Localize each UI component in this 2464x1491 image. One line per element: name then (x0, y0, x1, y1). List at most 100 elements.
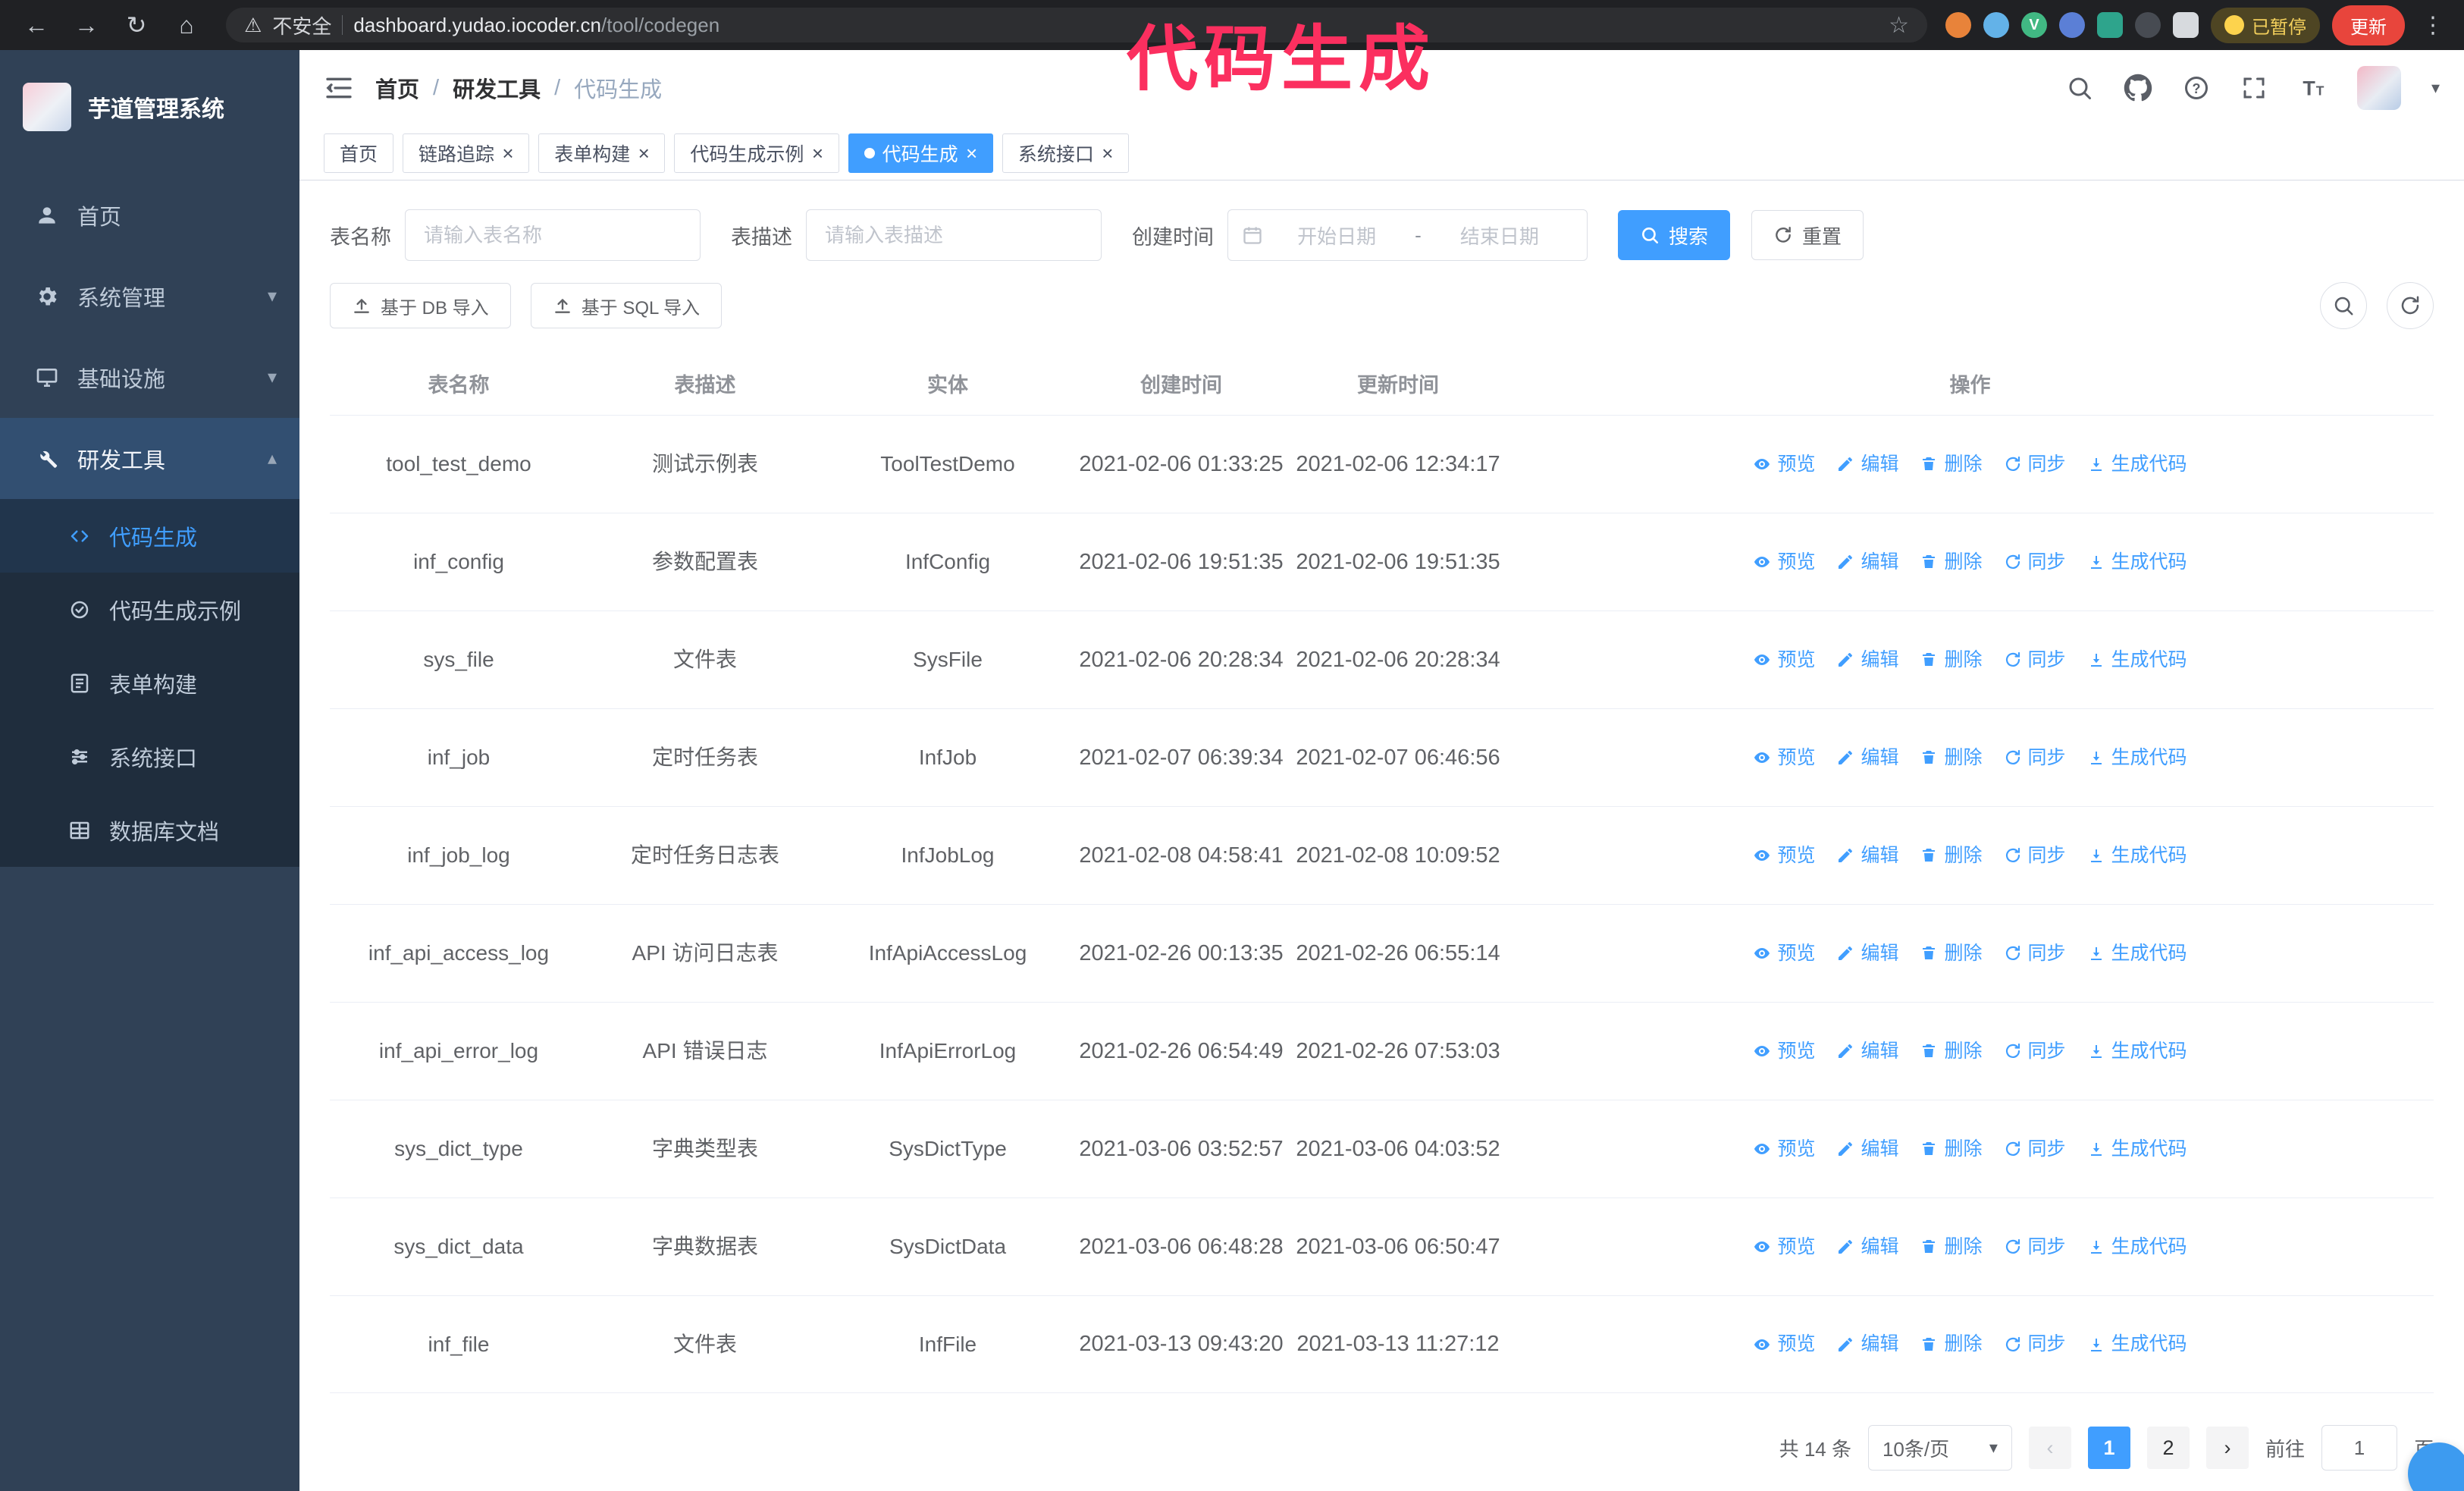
paused-badge[interactable]: 已暂停 (2211, 7, 2320, 43)
extension-icon[interactable] (2059, 12, 2085, 38)
search-toggle-button[interactable] (2320, 282, 2367, 329)
generate-code-link[interactable]: 生成代码 (2087, 548, 2187, 577)
import-sql-button[interactable]: 基于 SQL 导入 (530, 283, 723, 328)
table-desc-input[interactable] (806, 209, 1102, 261)
extension-icon[interactable] (2135, 12, 2161, 38)
puzzle-extension-icon[interactable] (2173, 12, 2199, 38)
edit-link[interactable]: 编辑 (1836, 450, 1898, 479)
font-size-icon[interactable]: TT (2298, 74, 2327, 102)
generate-code-link[interactable]: 生成代码 (2087, 1135, 2187, 1164)
github-icon[interactable] (2124, 74, 2152, 102)
sidebar-item-system-api[interactable]: 系统接口 (0, 720, 299, 793)
delete-link[interactable]: 删除 (1920, 1135, 1983, 1164)
bookmark-star-icon[interactable]: ☆ (1889, 12, 1909, 39)
generate-code-link[interactable]: 生成代码 (2087, 1232, 2187, 1262)
sync-link[interactable]: 同步 (2004, 841, 2066, 871)
tab[interactable]: 代码生成 × (848, 133, 993, 173)
edit-link[interactable]: 编辑 (1836, 1329, 1898, 1359)
edit-link[interactable]: 编辑 (1836, 548, 1898, 577)
sync-link[interactable]: 同步 (2004, 1232, 2066, 1262)
sync-link[interactable]: 同步 (2004, 939, 2066, 968)
reset-button[interactable]: 重置 (1751, 210, 1864, 260)
sync-link[interactable]: 同步 (2004, 1135, 2066, 1164)
edit-link[interactable]: 编辑 (1836, 1135, 1898, 1164)
goto-page-input[interactable] (2321, 1425, 2397, 1471)
sidebar-item-infrastructure[interactable]: 基础设施 ▾ (0, 337, 299, 418)
sync-link[interactable]: 同步 (2004, 645, 2066, 675)
sync-link[interactable]: 同步 (2004, 743, 2066, 773)
sync-link[interactable]: 同步 (2004, 548, 2066, 577)
sidebar-item-devtools[interactable]: 研发工具 ▴ (0, 418, 299, 499)
sync-link[interactable]: 同步 (2004, 1037, 2066, 1066)
extension-icon[interactable] (2097, 12, 2123, 38)
back-icon[interactable]: ← (15, 11, 58, 39)
edit-link[interactable]: 编辑 (1836, 1037, 1898, 1066)
reload-icon[interactable]: ↻ (115, 11, 158, 39)
sidebar-item-codegen[interactable]: 代码生成 (0, 499, 299, 573)
sidebar-item-form-builder[interactable]: 表单构建 (0, 646, 299, 720)
tab-close-icon[interactable]: × (1102, 143, 1113, 163)
update-button[interactable]: 更新 (2332, 5, 2405, 46)
refresh-table-button[interactable] (2387, 282, 2434, 329)
import-db-button[interactable]: 基于 DB 导入 (330, 283, 511, 328)
tab-close-icon[interactable]: × (502, 143, 513, 163)
edit-link[interactable]: 编辑 (1836, 939, 1898, 968)
preview-link[interactable]: 预览 (1753, 841, 1815, 871)
delete-link[interactable]: 删除 (1920, 548, 1983, 577)
generate-code-link[interactable]: 生成代码 (2087, 1037, 2187, 1066)
date-range-picker[interactable]: 开始日期 - 结束日期 (1227, 209, 1588, 261)
search-button[interactable]: 搜索 (1618, 210, 1731, 260)
avatar-caret-down-icon[interactable]: ▾ (2431, 78, 2440, 98)
sidebar-item-home[interactable]: 首页 (0, 174, 299, 256)
preview-link[interactable]: 预览 (1753, 645, 1815, 675)
sync-link[interactable]: 同步 (2004, 1329, 2066, 1359)
sidebar-item-codegen-example[interactable]: 代码生成示例 (0, 573, 299, 646)
browser-home-icon[interactable]: ⌂ (165, 11, 208, 39)
preview-link[interactable]: 预览 (1753, 1135, 1815, 1164)
preview-link[interactable]: 预览 (1753, 450, 1815, 479)
prev-page-button[interactable]: ‹ (2028, 1427, 2071, 1469)
generate-code-link[interactable]: 生成代码 (2087, 743, 2187, 773)
preview-link[interactable]: 预览 (1753, 548, 1815, 577)
help-icon[interactable]: ? (2183, 74, 2210, 102)
tab-close-icon[interactable]: × (811, 143, 823, 163)
preview-link[interactable]: 预览 (1753, 1232, 1815, 1262)
fullscreen-icon[interactable] (2240, 74, 2268, 102)
sync-link[interactable]: 同步 (2004, 450, 2066, 479)
browser-menu-icon[interactable]: ⋮ (2417, 12, 2449, 39)
generate-code-link[interactable]: 生成代码 (2087, 841, 2187, 871)
delete-link[interactable]: 删除 (1920, 939, 1983, 968)
breadcrumb-home[interactable]: 首页 (375, 72, 419, 104)
table-name-input[interactable] (405, 209, 701, 261)
edit-link[interactable]: 编辑 (1836, 743, 1898, 773)
tab[interactable]: 表单构建 × (538, 133, 666, 173)
breadcrumb-devtools[interactable]: 研发工具 (453, 72, 541, 104)
generate-code-link[interactable]: 生成代码 (2087, 1329, 2187, 1359)
preview-link[interactable]: 预览 (1753, 1037, 1815, 1066)
tab-close-icon[interactable]: × (966, 143, 977, 163)
edit-link[interactable]: 编辑 (1836, 841, 1898, 871)
sidebar-toggle-icon[interactable] (324, 73, 354, 103)
search-icon[interactable] (2066, 74, 2093, 102)
preview-link[interactable]: 预览 (1753, 939, 1815, 968)
extension-icon[interactable] (1983, 12, 2009, 38)
sidebar-item-system[interactable]: 系统管理 ▾ (0, 256, 299, 337)
logo[interactable]: 芋道管理系统 (0, 50, 299, 164)
sidebar-item-db-docs[interactable]: 数据库文档 (0, 793, 299, 867)
address-bar[interactable]: ⚠ 不安全 dashboard.yudao.iocoder.cn/tool/co… (226, 8, 1927, 42)
delete-link[interactable]: 删除 (1920, 743, 1983, 773)
preview-link[interactable]: 预览 (1753, 743, 1815, 773)
page-size-select[interactable]: 10条/页 ▾ (1867, 1425, 2012, 1471)
tab-close-icon[interactable]: × (638, 143, 649, 163)
next-page-button[interactable]: › (2205, 1427, 2249, 1469)
delete-link[interactable]: 删除 (1920, 1232, 1983, 1262)
tab[interactable]: 代码生成示例 × (674, 133, 839, 173)
generate-code-link[interactable]: 生成代码 (2087, 939, 2187, 968)
tab[interactable]: 系统接口 × (1002, 133, 1130, 173)
avatar[interactable] (2356, 66, 2401, 110)
edit-link[interactable]: 编辑 (1836, 645, 1898, 675)
tab[interactable]: 首页 × (324, 133, 394, 173)
preview-link[interactable]: 预览 (1753, 1329, 1815, 1359)
delete-link[interactable]: 删除 (1920, 1329, 1983, 1359)
page-1-button[interactable]: 1 (2087, 1427, 2130, 1469)
